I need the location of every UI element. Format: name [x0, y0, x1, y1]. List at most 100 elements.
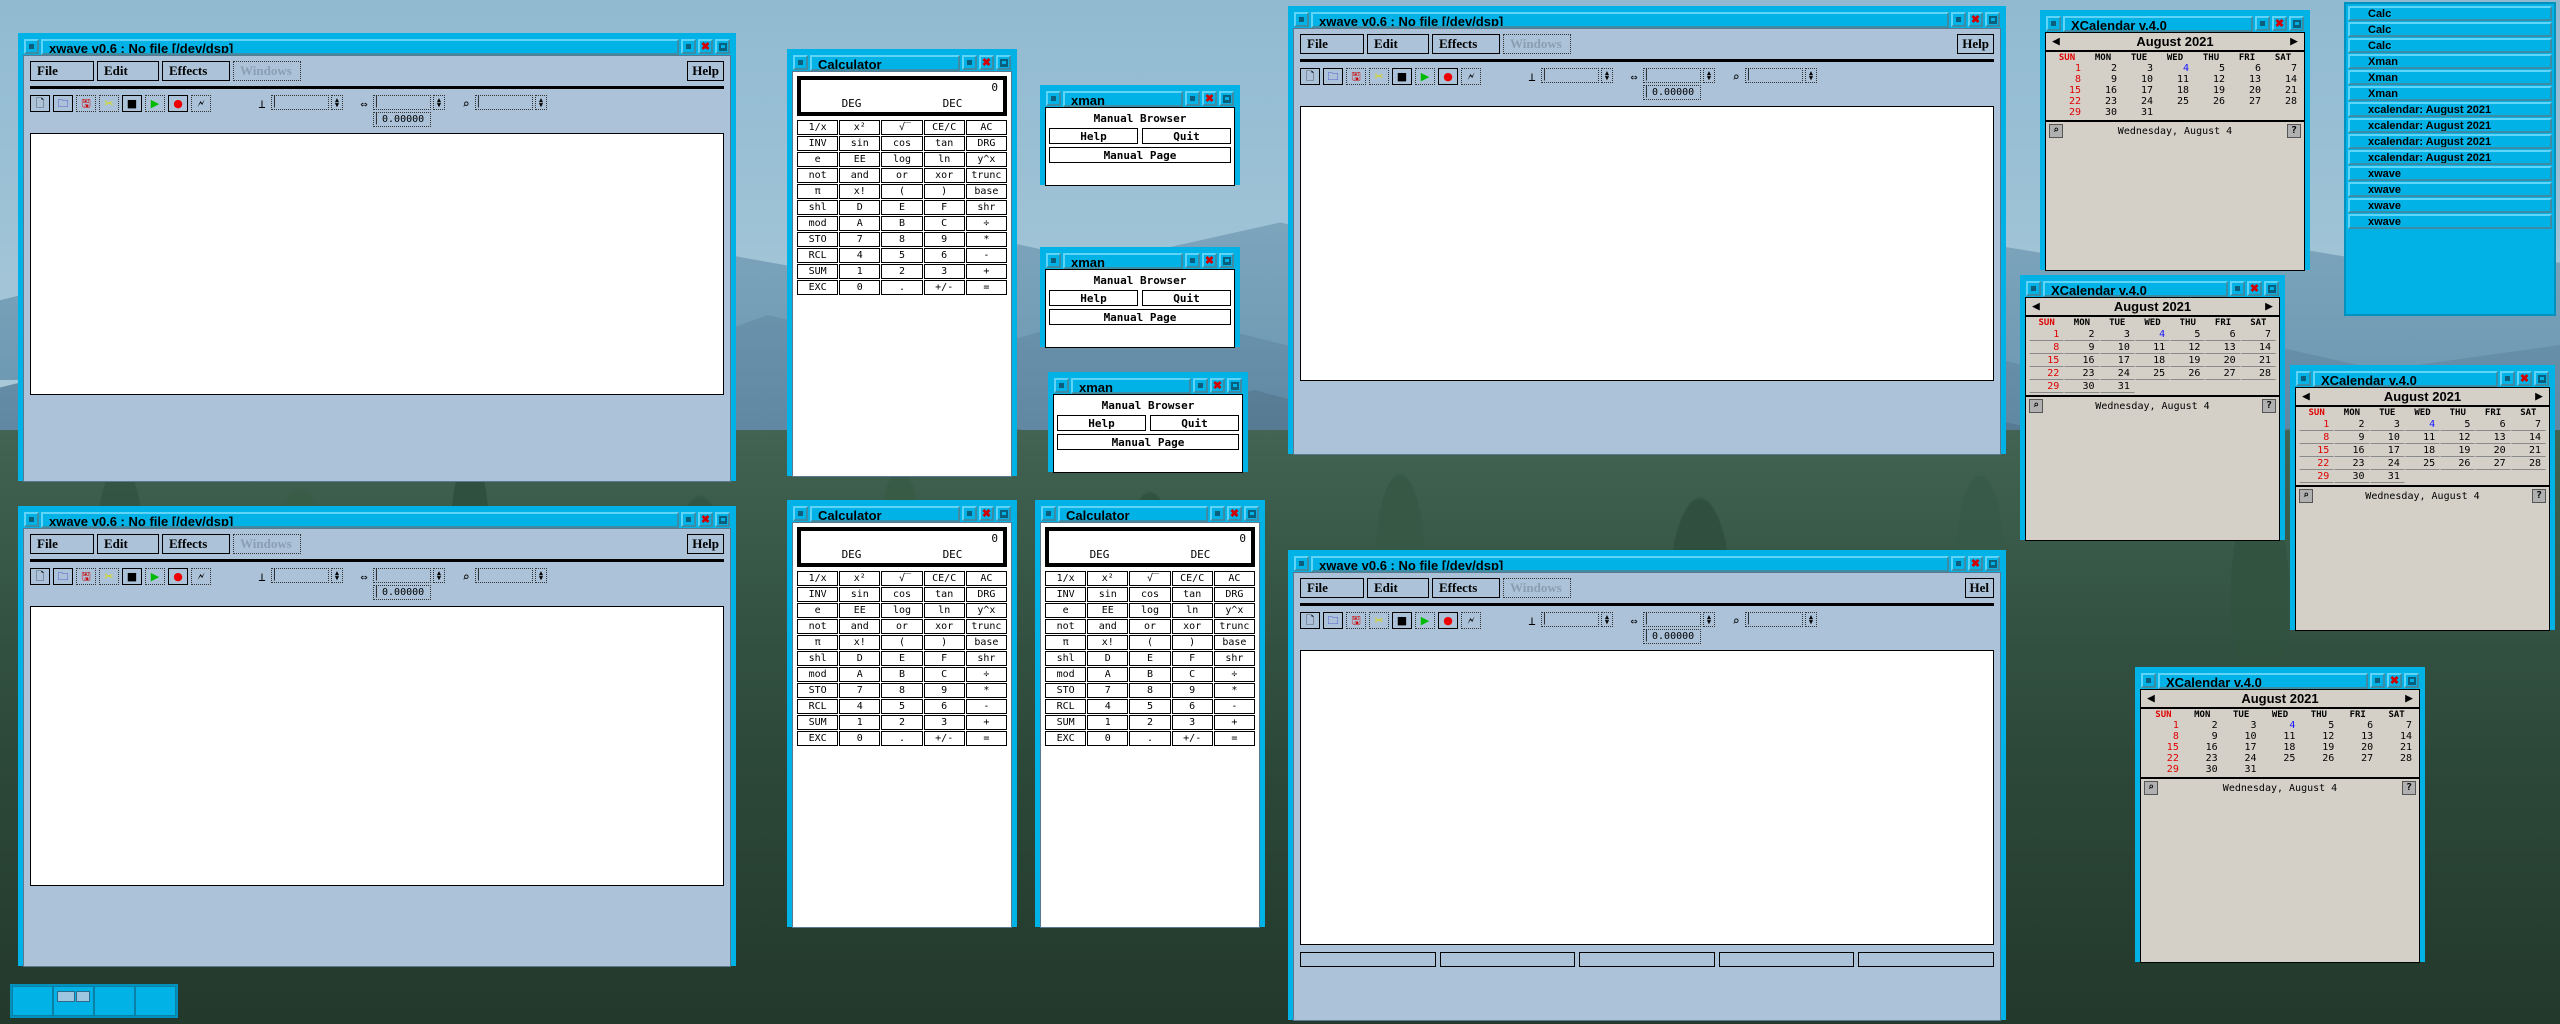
minimize-button[interactable]	[962, 506, 977, 521]
calendar-day-31[interactable]: 31	[2369, 470, 2405, 483]
calendar-day-28[interactable]: 28	[2265, 96, 2301, 107]
calc-key-cos[interactable]: cos	[1129, 587, 1171, 602]
calendar-day-11[interactable]: 11	[2261, 731, 2300, 742]
help-icon[interactable]: ?	[2532, 489, 2546, 503]
calendar-day-2[interactable]: 2	[2085, 63, 2121, 74]
save-disk-button[interactable]: 🖫	[1346, 612, 1366, 629]
open-folder-button[interactable]: 🗀	[1323, 612, 1343, 629]
pager-desk-4[interactable]	[135, 986, 176, 1016]
calendar-day-15[interactable]: 15	[2049, 85, 2085, 96]
calc-key-[interactable]: =	[965, 280, 1007, 295]
calc-key-A[interactable]: A	[839, 216, 881, 231]
xman-3-titlebar[interactable]: xman ✖	[1053, 377, 1243, 394]
calc-key-1x[interactable]: 1/x	[797, 571, 839, 586]
close-button[interactable]: ✖	[979, 506, 994, 521]
calc-key-E[interactable]: E	[881, 200, 923, 215]
calc-key-INV[interactable]: INV	[797, 136, 839, 151]
calendar-day-25[interactable]: 25	[2134, 367, 2171, 380]
new-file-button[interactable]: 🗋	[30, 568, 50, 585]
minimize-button[interactable]	[1951, 556, 1966, 571]
prev-month-button[interactable]: ◀	[2052, 35, 2060, 48]
calc-key-trunc[interactable]: trunc	[965, 168, 1007, 183]
calendar-day-15[interactable]: 15	[2299, 444, 2335, 457]
close-button[interactable]: ✖	[1968, 556, 1983, 571]
calc-key-x[interactable]: x²	[1087, 571, 1129, 586]
fx-button[interactable]: 🗲	[191, 568, 211, 585]
task-item[interactable]: xwave	[2348, 182, 2552, 197]
calendar-day-15[interactable]: 15	[2029, 354, 2065, 367]
calendar-day-24[interactable]: 24	[2121, 96, 2157, 107]
field-secondary-1[interactable]: ▏0.00000	[373, 112, 431, 127]
calc-key-cos[interactable]: cos	[881, 136, 923, 151]
close-button[interactable]: ✖	[698, 39, 713, 54]
calendar-day-5[interactable]: 5	[2170, 328, 2206, 341]
calendar-day-21[interactable]: 21	[2377, 742, 2416, 753]
calendar-day-24[interactable]: 24	[2099, 367, 2135, 380]
calendar-day-16[interactable]: 16	[2334, 444, 2370, 457]
calendar-day-19[interactable]: 19	[2193, 85, 2229, 96]
minimize-button[interactable]	[1185, 91, 1200, 106]
calc-key-B[interactable]: B	[1129, 667, 1171, 682]
search-icon[interactable]: ⌕	[2029, 399, 2043, 413]
calendar-day-5[interactable]: 5	[2193, 63, 2229, 74]
window-menu-button[interactable]	[1041, 506, 1056, 521]
calc-key-EE[interactable]: EE	[1087, 603, 1129, 618]
play-button[interactable]: ▶	[1415, 68, 1435, 85]
field-stepper-0[interactable]: ▲ ▼	[1601, 612, 1613, 627]
calendar-day-9[interactable]: 9	[2085, 74, 2121, 85]
xcal-4-titlebar[interactable]: XCalendar v.4.0 ✖	[2140, 672, 2420, 689]
calc-key-base[interactable]: base	[965, 635, 1007, 650]
next-month-button[interactable]: ▶	[2535, 390, 2543, 403]
menu-edit[interactable]: Edit	[1367, 34, 1429, 54]
calc-key-1[interactable]: 1	[839, 715, 881, 730]
maximize-button[interactable]	[1985, 556, 2000, 571]
calendar-day-9[interactable]: 9	[2183, 731, 2222, 742]
calc-key-C[interactable]: C	[923, 667, 965, 682]
calc-key-log[interactable]: log	[1129, 603, 1171, 618]
calc-key-A[interactable]: A	[1087, 667, 1129, 682]
calendar-day-29[interactable]: 29	[2029, 380, 2065, 393]
calc-key-mod[interactable]: mod	[797, 216, 839, 231]
search-icon[interactable]: ⌕	[2049, 124, 2063, 138]
calendar-day-27[interactable]: 27	[2205, 367, 2241, 380]
calc-key-5[interactable]: 5	[1129, 699, 1171, 714]
minimize-button[interactable]	[681, 39, 696, 54]
calc-key-[interactable]: -	[965, 699, 1007, 714]
stop-button[interactable]: ■	[122, 568, 142, 585]
field-input-2[interactable]: ▏	[475, 568, 533, 583]
calendar-day-17[interactable]: 17	[2099, 354, 2135, 367]
task-item[interactable]: xwave	[2348, 198, 2552, 213]
fx-button[interactable]: 🗲	[1461, 612, 1481, 629]
calc-key-SUM[interactable]: SUM	[797, 264, 839, 279]
calc-key-x[interactable]: x!	[839, 635, 881, 650]
next-month-button[interactable]: ▶	[2265, 300, 2273, 313]
stop-button[interactable]: ■	[1392, 68, 1412, 85]
calendar-day-26[interactable]: 26	[2170, 367, 2206, 380]
calendar-day-3[interactable]: 3	[2121, 63, 2157, 74]
calc-key-B[interactable]: B	[881, 216, 923, 231]
calendar-day-7[interactable]: 7	[2265, 63, 2301, 74]
calendar-day-29[interactable]: 29	[2299, 470, 2335, 483]
field-stepper-1[interactable]: ▲ ▼	[1703, 612, 1715, 627]
calc-key-trunc[interactable]: trunc	[965, 619, 1007, 634]
calc-key-EE[interactable]: EE	[839, 603, 881, 618]
window-menu-button[interactable]	[2296, 371, 2311, 386]
calc-key-[interactable]: )	[923, 184, 965, 199]
calendar-day-22[interactable]: 22	[2049, 96, 2085, 107]
calendar-day-8[interactable]: 8	[2049, 74, 2085, 85]
calendar-day-14[interactable]: 14	[2510, 431, 2546, 444]
calc-key-C[interactable]: C	[1171, 667, 1213, 682]
help-icon[interactable]: ?	[2262, 399, 2276, 413]
calendar-day-12[interactable]: 12	[2440, 431, 2476, 444]
calc-key-ln[interactable]: ln	[923, 603, 965, 618]
xcal-3-titlebar[interactable]: XCalendar v.4.0 ✖	[2295, 370, 2550, 387]
menu-effects[interactable]: Effects	[162, 534, 230, 554]
calendar-day-7[interactable]: 7	[2510, 418, 2546, 431]
calendar-day-2[interactable]: 2	[2064, 328, 2100, 341]
menu-edit[interactable]: Edit	[1367, 578, 1429, 598]
calendar-day-14[interactable]: 14	[2377, 731, 2416, 742]
calc-key-2[interactable]: 2	[881, 264, 923, 279]
menu-windows[interactable]: Windows	[1503, 578, 1571, 598]
calc-key-or[interactable]: or	[1129, 619, 1171, 634]
calc-2-titlebar[interactable]: Calculator ✖	[792, 505, 1012, 522]
